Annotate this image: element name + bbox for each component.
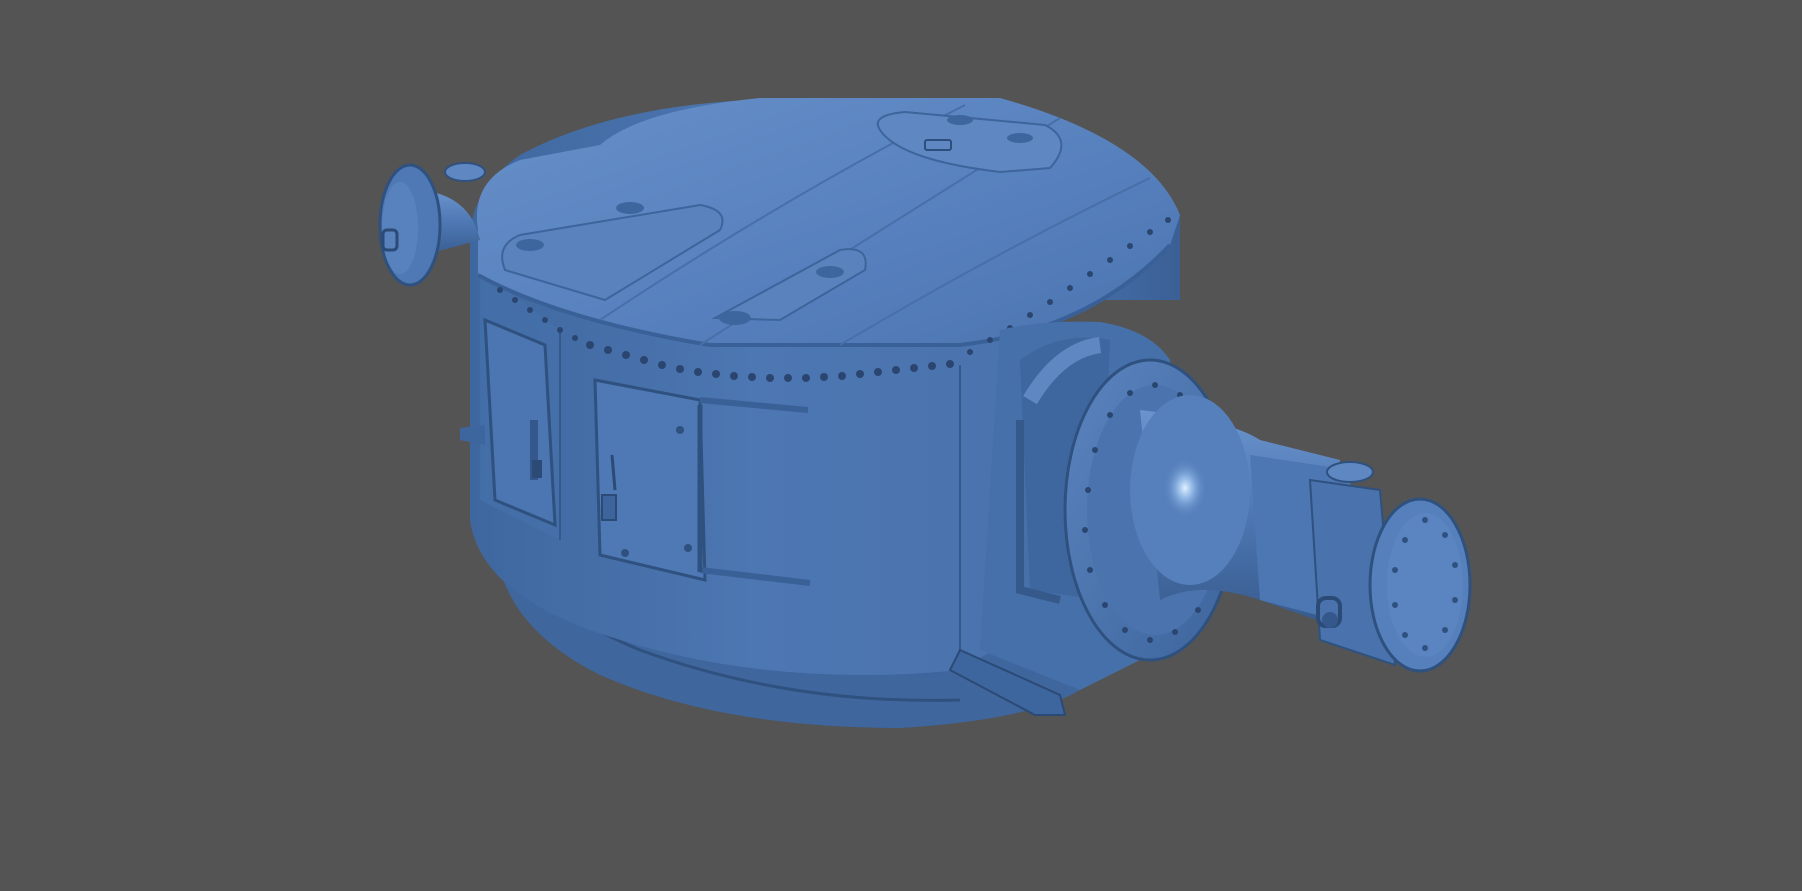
- pipe-boss: [1326, 461, 1374, 483]
- pipe-boss: [444, 162, 486, 182]
- model-render: [378, 98, 1472, 728]
- render-viewport[interactable]: [0, 0, 1802, 891]
- side-door-left: [483, 317, 557, 528]
- door-lock: [601, 494, 617, 521]
- door-latch: [532, 460, 542, 478]
- specular-highlight: [1163, 458, 1207, 518]
- left-pipe: [378, 162, 486, 287]
